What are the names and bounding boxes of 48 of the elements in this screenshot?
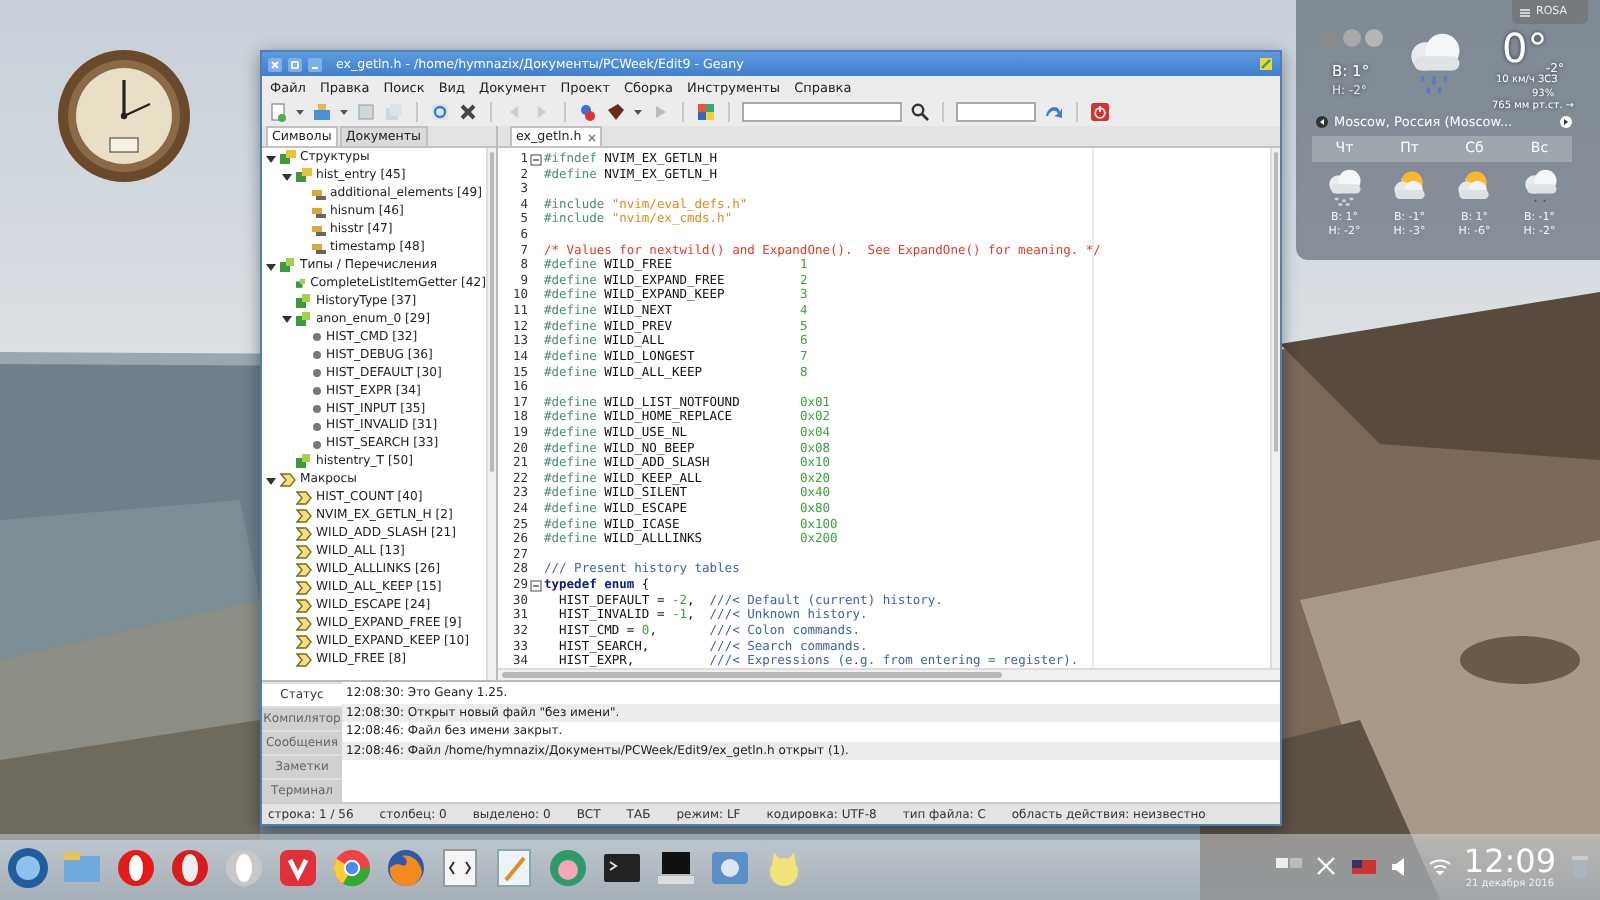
pig-icon[interactable] <box>546 845 590 889</box>
code-editor-icon[interactable] <box>438 845 482 889</box>
expander-icon[interactable] <box>266 475 276 486</box>
dropdown-caret-icon[interactable] <box>340 108 348 116</box>
compile-icon[interactable] <box>578 102 598 122</box>
close-icon[interactable] <box>587 133 596 141</box>
goto-line-field[interactable] <box>956 102 1036 122</box>
new-file-icon[interactable] <box>268 102 288 122</box>
fold-marker-icon[interactable] <box>530 579 542 592</box>
scrollbar[interactable] <box>498 668 1280 680</box>
expander-icon[interactable] <box>266 261 276 272</box>
previous-arrow-icon[interactable] <box>1316 116 1328 128</box>
expander-icon[interactable] <box>282 314 292 325</box>
dropdown-caret-icon[interactable] <box>296 108 304 116</box>
type-icon <box>296 454 312 471</box>
expander-icon[interactable] <box>282 171 292 182</box>
power-icon[interactable] <box>1090 102 1110 122</box>
scrollbar[interactable] <box>486 148 496 680</box>
reload-icon[interactable] <box>430 102 450 122</box>
menu-icon <box>1520 7 1530 17</box>
dropdown-caret-icon[interactable] <box>634 108 642 116</box>
firefox-icon[interactable] <box>384 845 428 889</box>
wifi-icon[interactable] <box>1425 854 1454 880</box>
flag-icon[interactable] <box>1349 854 1378 880</box>
brick-icon[interactable] <box>606 102 626 122</box>
color-grid-icon[interactable] <box>696 102 716 122</box>
launcher-icon[interactable] <box>6 845 50 889</box>
folder-icon[interactable] <box>312 102 332 122</box>
opera-icon[interactable] <box>114 845 158 889</box>
maximize-icon[interactable] <box>288 57 302 71</box>
close-icon[interactable] <box>458 102 478 122</box>
minimize-icon[interactable] <box>308 57 322 71</box>
app-icon <box>1258 56 1274 72</box>
scissors-icon[interactable] <box>1311 854 1340 880</box>
opera-icon[interactable] <box>168 845 212 889</box>
next-arrow-icon[interactable] <box>1560 116 1572 128</box>
chrome-icon[interactable] <box>330 845 374 889</box>
current-temperature: 0° <box>1502 24 1548 72</box>
opera-icon[interactable] <box>222 845 266 889</box>
vivaldi-icon[interactable] <box>276 845 320 889</box>
search-icon[interactable] <box>910 102 930 122</box>
jump-arrow-icon[interactable] <box>1044 102 1064 122</box>
expander-icon[interactable] <box>266 153 276 164</box>
search-field[interactable] <box>742 102 902 122</box>
fold-marker-icon[interactable] <box>530 153 542 166</box>
clock-drawing <box>54 44 194 188</box>
scrollbar[interactable] <box>1270 148 1280 668</box>
notepad-icon[interactable] <box>492 845 536 889</box>
